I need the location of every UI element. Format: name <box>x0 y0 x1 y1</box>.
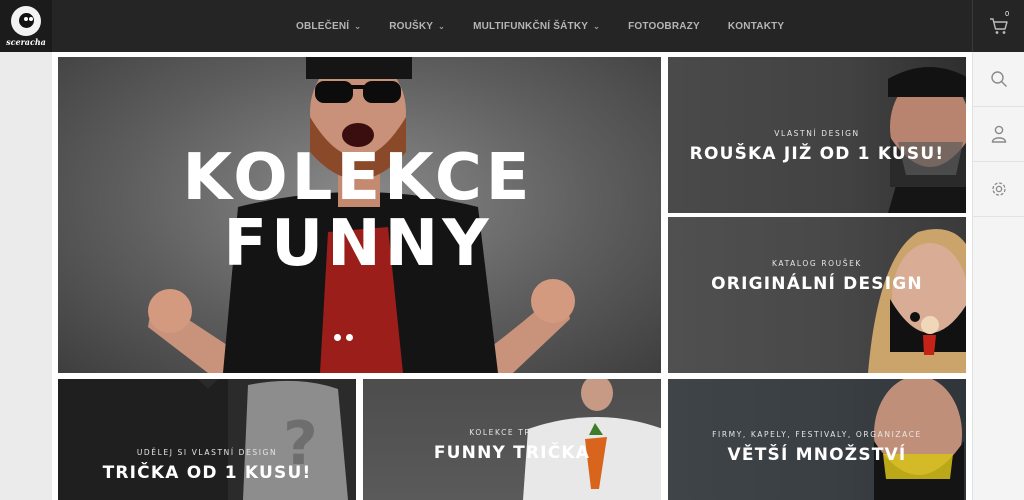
tile-title: VĚTŠÍ MNOŽSTVÍ <box>727 445 907 465</box>
search-button[interactable] <box>973 52 1024 107</box>
hero-title-line1: KOLEKCE <box>182 141 534 215</box>
tile-title: ROUŠKA JIŽ OD 1 KUSU! <box>689 144 945 164</box>
nav-item-label: MULTIFUNKČNÍ ŠÁTKY <box>473 20 589 32</box>
hero-title-line2: FUNNY <box>223 207 493 281</box>
nav-item-label: ROUŠKY <box>389 20 434 32</box>
tile-subtitle: KOLEKCE TRIČEK <box>469 428 555 437</box>
masked-woman-photo <box>868 229 966 373</box>
gear-icon <box>992 182 1006 196</box>
tile-caption: FIRMY, KAPELY, FESTIVALY, ORGANIZACE VĚT… <box>668 430 966 465</box>
right-sidebar <box>972 52 1024 500</box>
cart-button[interactable]: 0 <box>972 0 1024 52</box>
nav-item-rousky[interactable]: ROUŠKY ⌄ <box>389 21 445 32</box>
slide-dot[interactable] <box>346 334 353 341</box>
tile-subtitle: VLASTNÍ DESIGN <box>774 129 860 138</box>
chevron-down-icon: ⌄ <box>438 21 446 31</box>
promo-tile-vetsi-mnozstvi[interactable]: FIRMY, KAPELY, FESTIVALY, ORGANIZACE VĚT… <box>668 379 966 500</box>
left-gutter <box>0 52 52 500</box>
cart-icon <box>989 18 1008 34</box>
tile-subtitle: FIRMY, KAPELY, FESTIVALY, ORGANIZACE <box>712 430 922 439</box>
tile-caption: VLASTNÍ DESIGN ROUŠKA JIŽ OD 1 KUSU! <box>668 129 966 164</box>
tile-caption: KATALOG ROUŠEK ORIGINÁLNÍ DESIGN <box>668 259 966 294</box>
slide-indicator <box>334 334 358 341</box>
settings-button[interactable] <box>973 162 1024 217</box>
tile-caption: UDĚLEJ SI VLASTNÍ DESIGN TRIČKA OD 1 KUS… <box>58 448 356 483</box>
tile-title: TRIČKA OD 1 KUSU! <box>102 463 312 483</box>
slide-dot[interactable] <box>334 334 341 341</box>
promo-tile-rouska-od-1-kusu[interactable]: VLASTNÍ DESIGN ROUŠKA JIŽ OD 1 KUSU! <box>668 57 966 213</box>
cart-count-badge: 0 <box>1005 11 1009 18</box>
account-button[interactable] <box>973 107 1024 162</box>
nav-item-label: KONTAKTY <box>727 20 785 32</box>
hero-banner[interactable]: KOLEKCE FUNNY <box>58 57 661 373</box>
main-menu: OBLEČENÍ ⌄ ROUŠKY ⌄ MULTIFUNKČNÍ ŠÁTKY ⌄… <box>296 0 812 52</box>
promo-tile-tricka-od-1-kusu[interactable]: ? UDĚLEJ SI VLASTNÍ DESIGN TRIČKA OD 1 K… <box>58 379 356 500</box>
tile-caption: KOLEKCE TRIČEK FUNNY TRIČKA <box>363 428 661 463</box>
promo-tile-originalni-design[interactable]: KATALOG ROUŠEK ORIGINÁLNÍ DESIGN <box>668 217 966 373</box>
brand-logo[interactable]: sceracha <box>0 0 52 52</box>
tile-subtitle: UDĚLEJ SI VLASTNÍ DESIGN <box>136 448 278 457</box>
top-navigation-bar: sceracha OBLEČENÍ ⌄ ROUŠKY ⌄ MULTIFUNKČN… <box>0 0 1024 52</box>
logo-mascot-icon <box>11 5 41 36</box>
chevron-down-icon: ⌄ <box>354 21 362 31</box>
promo-tile-funny-tricka[interactable]: KOLEKCE TRIČEK FUNNY TRIČKA <box>363 379 661 500</box>
search-icon <box>991 71 1007 87</box>
nav-item-multifunkcni-satky[interactable]: MULTIFUNKČNÍ ŠÁTKY ⌄ <box>473 21 600 32</box>
chevron-down-icon: ⌄ <box>593 21 601 31</box>
nav-item-label: FOTOOBRAZY <box>628 20 700 32</box>
nav-item-label: OBLEČENÍ <box>296 20 350 32</box>
tile-subtitle: KATALOG ROUŠEK <box>772 259 862 268</box>
nav-item-fotoobrazy[interactable]: FOTOOBRAZY <box>628 21 700 32</box>
nav-item-obleceni[interactable]: OBLEČENÍ ⌄ <box>296 21 361 32</box>
hero-title: KOLEKCE FUNNY <box>158 145 558 277</box>
user-icon <box>991 125 1007 143</box>
logo-text: sceracha <box>6 36 46 47</box>
nav-item-kontakty[interactable]: KONTAKTY <box>728 21 784 32</box>
tile-title: FUNNY TRIČKA <box>433 443 591 463</box>
tile-title: ORIGINÁLNÍ DESIGN <box>711 274 923 294</box>
